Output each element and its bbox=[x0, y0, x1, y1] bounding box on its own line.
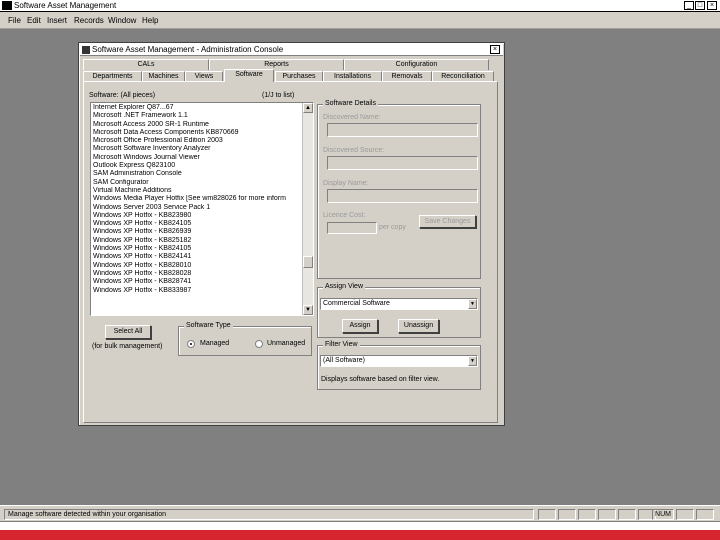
display-name-field[interactable] bbox=[327, 189, 478, 203]
list-item[interactable]: Microsoft Windows Journal Viewer bbox=[93, 154, 300, 162]
menu-bar: File Edit Insert Records Window Help bbox=[0, 12, 720, 29]
status-cell bbox=[676, 509, 694, 520]
status-cell bbox=[538, 509, 556, 520]
menu-help[interactable]: Help bbox=[142, 16, 158, 25]
menu-records[interactable]: Records bbox=[74, 16, 104, 25]
menu-window[interactable]: Window bbox=[108, 16, 136, 25]
software-details-group: Software Details Discovered Name: Discov… bbox=[317, 100, 481, 279]
unmanaged-radio[interactable] bbox=[255, 340, 263, 348]
menu-file[interactable]: File bbox=[8, 16, 21, 25]
list-item[interactable]: Windows XP Hotfix - KB828028 bbox=[93, 270, 300, 278]
assign-view-title: Assign View bbox=[323, 283, 366, 290]
managed-radio[interactable] bbox=[187, 340, 195, 348]
assign-button[interactable]: Assign bbox=[342, 319, 378, 333]
save-changes-button[interactable]: Save Changes bbox=[419, 215, 476, 228]
filter-view-select[interactable]: (All Software) ▼ bbox=[320, 355, 478, 367]
list-item[interactable]: Windows XP Hotfix - KB828010 bbox=[93, 262, 300, 270]
list-item[interactable]: Windows XP Hotfix - KB824105 bbox=[93, 245, 300, 253]
discovered-source-label: Discovered Source: bbox=[323, 147, 385, 154]
tab-configuration[interactable]: Configuration bbox=[344, 59, 489, 70]
dropdown-arrow-icon[interactable]: ▼ bbox=[468, 356, 477, 366]
list-item[interactable]: Virtual Machine Additions bbox=[93, 187, 300, 195]
list-item[interactable]: Outlook Express Q823100 bbox=[93, 162, 300, 170]
list-item[interactable]: Windows XP Hotfix - KB828741 bbox=[93, 278, 300, 286]
list-scrollbar[interactable]: ▲ ▼ bbox=[302, 103, 313, 315]
software-type-title: Software Type bbox=[184, 322, 233, 329]
filter-view-group: Filter View (All Software) ▼ Displays so… bbox=[317, 341, 481, 390]
licence-cost-label: Licence Cost: bbox=[323, 212, 366, 219]
status-text: Manage software detected within your org… bbox=[4, 509, 534, 520]
bulk-management-note: (for bulk management) bbox=[92, 343, 163, 350]
scroll-thumb[interactable] bbox=[303, 256, 313, 268]
list-item[interactable]: Windows XP Hotfix - KB823980 bbox=[93, 212, 300, 220]
status-cell bbox=[598, 509, 616, 520]
dialog-title: Software Asset Management - Administrati… bbox=[92, 45, 284, 54]
filter-view-description: Displays software based on filter view. bbox=[321, 376, 440, 383]
discovered-name-field bbox=[327, 123, 478, 137]
scroll-down-icon[interactable]: ▼ bbox=[303, 305, 313, 315]
list-item[interactable]: Windows XP Hotfix - KB833987 bbox=[93, 287, 300, 295]
status-cell bbox=[578, 509, 596, 520]
status-bar: Manage software detected within your org… bbox=[0, 505, 720, 521]
discovered-source-field bbox=[327, 156, 478, 170]
app-title-bar: Software Asset Management _ □ × bbox=[0, 0, 720, 12]
assign-view-group: Assign View Commercial Software ▼ Assign… bbox=[317, 283, 481, 338]
list-item[interactable]: Windows XP Hotfix - KB824141 bbox=[93, 253, 300, 261]
software-list-hint: (1/J to list) bbox=[262, 92, 295, 99]
status-cell bbox=[618, 509, 636, 520]
per-copy-label: per copy bbox=[379, 224, 406, 231]
assign-view-select[interactable]: Commercial Software ▼ bbox=[320, 298, 478, 310]
menu-edit[interactable]: Edit bbox=[27, 16, 41, 25]
assign-view-value: Commercial Software bbox=[323, 300, 390, 307]
list-item[interactable]: Windows XP Hotfix - KB826939 bbox=[93, 228, 300, 236]
list-item[interactable]: Microsoft Office Professional Edition 20… bbox=[93, 137, 300, 145]
list-item[interactable]: SAM Administration Console bbox=[93, 170, 300, 178]
select-all-button[interactable]: Select All bbox=[105, 325, 151, 339]
app-title: Software Asset Management bbox=[14, 1, 117, 10]
unmanaged-label: Unmanaged bbox=[267, 340, 306, 347]
dialog-icon bbox=[82, 46, 90, 54]
num-lock-indicator: NUM bbox=[652, 509, 674, 520]
list-item[interactable]: SAM Configurator bbox=[93, 179, 300, 187]
software-list-items: Internet Explorer Q87...67 Microsoft .NET… bbox=[91, 103, 302, 315]
app-icon bbox=[2, 1, 12, 10]
list-item[interactable]: Microsoft .NET Framework 1.1 bbox=[93, 112, 300, 120]
managed-label: Managed bbox=[200, 340, 230, 347]
status-cell bbox=[696, 509, 714, 520]
list-item[interactable]: Microsoft Software Inventory Analyzer bbox=[93, 145, 300, 153]
filter-view-value: (All Software) bbox=[323, 357, 366, 364]
dialog-close-button[interactable]: × bbox=[490, 45, 500, 54]
software-details-title: Software Details bbox=[323, 100, 378, 107]
tab-software[interactable]: Software bbox=[224, 69, 274, 82]
list-item[interactable]: Windows Media Player Hotfix [See wm82802… bbox=[93, 195, 300, 203]
maximize-button[interactable]: □ bbox=[695, 1, 705, 10]
software-list-label: Software: (All pieces) bbox=[89, 92, 156, 99]
scroll-up-icon[interactable]: ▲ bbox=[303, 103, 313, 113]
list-item[interactable]: Windows XP Hotfix - KB825182 bbox=[93, 237, 300, 245]
licence-cost-field[interactable] bbox=[327, 222, 377, 234]
status-cell bbox=[558, 509, 576, 520]
discovered-name-label: Discovered Name: bbox=[323, 114, 381, 121]
minimize-button[interactable]: _ bbox=[684, 1, 694, 10]
filter-view-title: Filter View bbox=[323, 341, 360, 348]
list-item[interactable]: Microsoft Data Access Components KB87066… bbox=[93, 129, 300, 137]
list-item[interactable]: Internet Explorer Q87...67 bbox=[93, 104, 300, 112]
brand-red-bar bbox=[0, 530, 720, 540]
unassign-button[interactable]: Unassign bbox=[398, 319, 439, 333]
list-item[interactable]: Windows XP Hotfix - KB824105 bbox=[93, 220, 300, 228]
display-name-label: Display Name: bbox=[323, 180, 369, 187]
dialog-title-bar: Software Asset Management - Administrati… bbox=[80, 44, 503, 56]
software-type-group: Software Type Managed Unmanaged bbox=[178, 322, 312, 356]
brand-strip bbox=[0, 522, 720, 540]
admin-console-dialog: Software Asset Management - Administrati… bbox=[78, 42, 505, 426]
software-tab-panel: Software: (All pieces) (1/J to list) Int… bbox=[83, 81, 498, 423]
software-list[interactable]: Internet Explorer Q87...67 Microsoft .NET… bbox=[90, 102, 314, 316]
menu-insert[interactable]: Insert bbox=[47, 16, 67, 25]
close-button[interactable]: × bbox=[707, 1, 717, 10]
list-item[interactable]: Windows Server 2003 Service Pack 1 bbox=[93, 204, 300, 212]
tab-cals[interactable]: CALs bbox=[83, 59, 209, 70]
list-item[interactable]: Microsoft Access 2000 SR-1 Runtime bbox=[93, 121, 300, 129]
dropdown-arrow-icon[interactable]: ▼ bbox=[468, 299, 477, 309]
